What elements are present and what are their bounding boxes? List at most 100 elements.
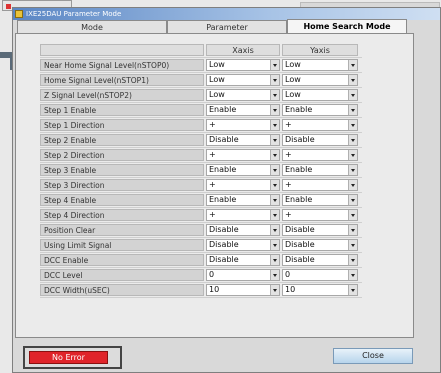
xaxis-select[interactable]: Enable — [206, 164, 280, 176]
xaxis-select[interactable]: Enable — [206, 104, 280, 116]
chevron-down-icon[interactable] — [270, 120, 279, 130]
xaxis-select[interactable]: Low — [206, 74, 280, 86]
chevron-down-icon[interactable] — [270, 90, 279, 100]
select-value: Enable — [285, 105, 313, 114]
xaxis-select[interactable]: Low — [206, 59, 280, 71]
chevron-down-icon[interactable] — [270, 180, 279, 190]
row-label: DCC Level — [40, 269, 204, 281]
chevron-down-icon[interactable] — [270, 165, 279, 175]
table-row: Step 2 Enable Disable Disable — [40, 133, 362, 148]
xaxis-select[interactable]: Disable — [206, 134, 280, 146]
chevron-down-icon[interactable] — [348, 90, 357, 100]
xaxis-select[interactable]: + — [206, 119, 280, 131]
xaxis-select[interactable]: 0 — [206, 269, 280, 281]
xaxis-select[interactable]: Disable — [206, 254, 280, 266]
row-label: Step 4 Direction — [40, 209, 204, 221]
table-row: Near Home Signal Level(nSTOP0) Low Low — [40, 58, 362, 73]
xaxis-select[interactable]: Disable — [206, 224, 280, 236]
select-value: 0 — [209, 270, 215, 279]
select-value: Low — [285, 90, 301, 99]
xaxis-select[interactable]: Low — [206, 89, 280, 101]
error-status-frame: No Error — [23, 346, 122, 369]
select-value: + — [209, 180, 216, 189]
chevron-down-icon[interactable] — [270, 285, 279, 295]
chevron-down-icon[interactable] — [348, 255, 357, 265]
yaxis-select[interactable]: + — [282, 179, 358, 191]
yaxis-select[interactable]: Enable — [282, 104, 358, 116]
chevron-down-icon[interactable] — [348, 270, 357, 280]
chevron-down-icon[interactable] — [348, 180, 357, 190]
yaxis-select[interactable]: Low — [282, 89, 358, 101]
chevron-down-icon[interactable] — [270, 195, 279, 205]
chevron-down-icon[interactable] — [348, 225, 357, 235]
chevron-down-icon[interactable] — [270, 60, 279, 70]
table-row: Step 3 Enable Enable Enable — [40, 163, 362, 178]
xaxis-select[interactable]: + — [206, 209, 280, 221]
select-value: Enable — [209, 165, 237, 174]
row-label: Z Signal Level(nSTOP2) — [40, 89, 204, 101]
close-button[interactable]: Close — [333, 348, 413, 364]
chevron-down-icon[interactable] — [270, 105, 279, 115]
yaxis-select[interactable]: 0 — [282, 269, 358, 281]
chevron-down-icon[interactable] — [348, 60, 357, 70]
select-value: Disable — [285, 135, 315, 144]
chevron-down-icon[interactable] — [270, 210, 279, 220]
yaxis-select[interactable]: Disable — [282, 239, 358, 251]
select-value: Low — [209, 75, 225, 84]
chevron-down-icon[interactable] — [270, 270, 279, 280]
select-value: 0 — [285, 270, 291, 279]
xaxis-select[interactable]: + — [206, 149, 280, 161]
yaxis-select[interactable]: Disable — [282, 134, 358, 146]
yaxis-select[interactable]: Disable — [282, 254, 358, 266]
table-row: Home Signal Level(nSTOP1) Low Low — [40, 73, 362, 88]
select-value: Disable — [209, 255, 239, 264]
chevron-down-icon[interactable] — [270, 255, 279, 265]
chevron-down-icon[interactable] — [270, 225, 279, 235]
xaxis-select[interactable]: Disable — [206, 239, 280, 251]
yaxis-select[interactable]: Low — [282, 59, 358, 71]
xaxis-select[interactable]: + — [206, 179, 280, 191]
chevron-down-icon[interactable] — [348, 285, 357, 295]
yaxis-select[interactable]: + — [282, 209, 358, 221]
yaxis-select[interactable]: 10 — [282, 284, 358, 296]
row-label: Near Home Signal Level(nSTOP0) — [40, 59, 204, 71]
chevron-down-icon[interactable] — [348, 120, 357, 130]
chevron-down-icon[interactable] — [348, 165, 357, 175]
xaxis-select[interactable]: Enable — [206, 194, 280, 206]
chevron-down-icon[interactable] — [270, 135, 279, 145]
table-row: DCC Enable Disable Disable — [40, 253, 362, 268]
chevron-down-icon[interactable] — [270, 150, 279, 160]
select-value: Low — [209, 90, 225, 99]
yaxis-select[interactable]: + — [282, 119, 358, 131]
chevron-down-icon[interactable] — [348, 150, 357, 160]
row-label: Home Signal Level(nSTOP1) — [40, 74, 204, 86]
chevron-down-icon[interactable] — [270, 75, 279, 85]
error-status-button[interactable]: No Error — [29, 351, 108, 364]
yaxis-select[interactable]: Enable — [282, 194, 358, 206]
chevron-down-icon[interactable] — [348, 135, 357, 145]
select-value: + — [285, 210, 292, 219]
select-value: Enable — [285, 165, 313, 174]
chevron-down-icon[interactable] — [270, 240, 279, 250]
chevron-down-icon[interactable] — [348, 210, 357, 220]
table-row: Step 2 Direction + + — [40, 148, 362, 163]
select-value: Disable — [285, 240, 315, 249]
select-value: + — [209, 210, 216, 219]
yaxis-select[interactable]: Low — [282, 74, 358, 86]
yaxis-select[interactable]: Disable — [282, 224, 358, 236]
yaxis-select[interactable]: Enable — [282, 164, 358, 176]
chevron-down-icon[interactable] — [348, 105, 357, 115]
tab-home-search-mode[interactable]: Home Search Mode — [287, 19, 407, 34]
yaxis-select[interactable]: + — [282, 149, 358, 161]
background-tab-icon — [6, 3, 11, 9]
row-label: DCC Width(uSEC) — [40, 284, 204, 296]
chevron-down-icon[interactable] — [348, 75, 357, 85]
row-label: Step 1 Enable — [40, 104, 204, 116]
table-row: Position Clear Disable Disable — [40, 223, 362, 238]
tab-mode[interactable]: Mode — [17, 20, 167, 33]
xaxis-select[interactable]: 10 — [206, 284, 280, 296]
chevron-down-icon[interactable] — [348, 240, 357, 250]
table-row: Z Signal Level(nSTOP2) Low Low — [40, 88, 362, 103]
tab-parameter[interactable]: Parameter — [167, 20, 287, 33]
chevron-down-icon[interactable] — [348, 195, 357, 205]
